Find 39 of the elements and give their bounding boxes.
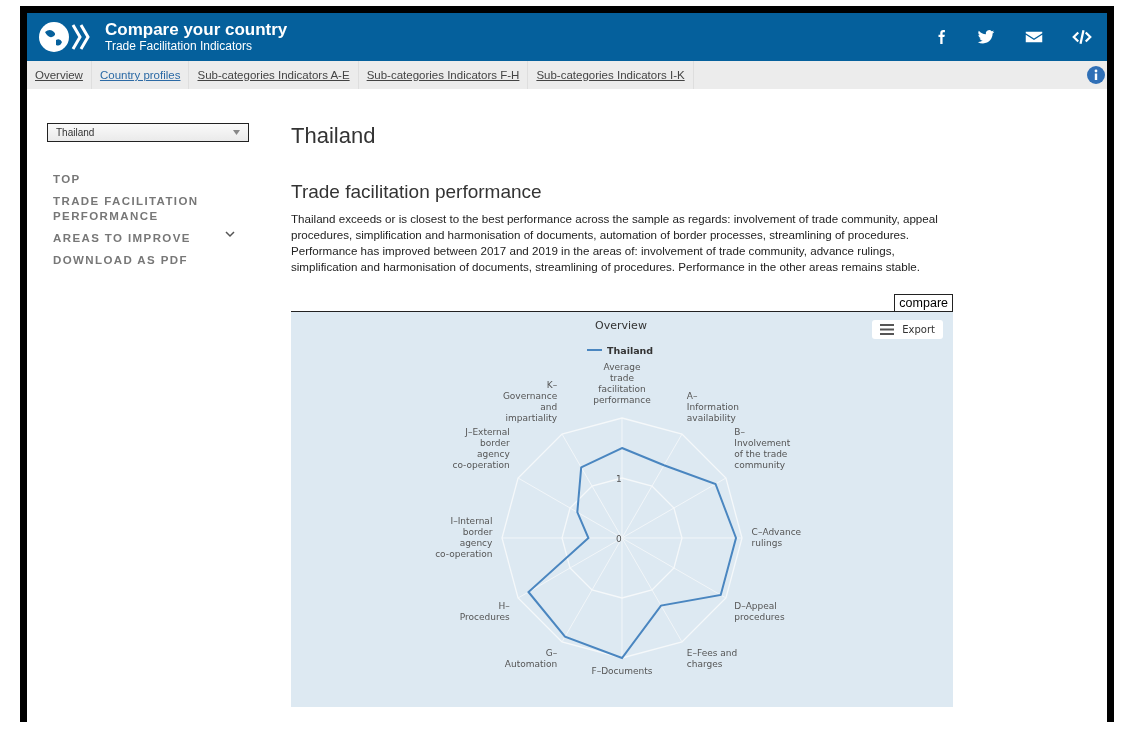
- axis-category-label: F–Documents: [591, 665, 653, 676]
- axis-category-label: A–Information availability: [686, 390, 739, 423]
- caret-icon: [233, 130, 240, 135]
- menu-icon: [880, 324, 895, 335]
- axis-category-label: G–Automation: [504, 648, 558, 670]
- section-title: Trade facilitation performance: [291, 181, 543, 203]
- nav-tab[interactable]: Sub-categories Indicators A-E: [189, 61, 359, 89]
- axis-tick-label: 0: [616, 534, 622, 544]
- axis-category-label: D–Appeal procedures: [734, 600, 785, 622]
- info-icon[interactable]: [1087, 66, 1105, 84]
- legend-item[interactable]: Thailand: [586, 345, 654, 356]
- axis-category-label: H–Procedures: [459, 600, 510, 622]
- summary-text: Thailand exceeds or is closest to the best performance across the sample as regards: involvement of trade community, appeal procedures, simplification and harmonisation of documents, automation of border processes, streamlining of procedures. Performance has improved between 2017 and 2019 in the areas of: involvement of trade community, advance rulings, simplification and harmonisation of documents, streamlining of procedures. Performance in the other areas remains stable.: [291, 211, 939, 275]
- chart-title: Overview: [595, 319, 647, 332]
- twitter-icon[interactable]: [975, 28, 997, 46]
- nav-tab[interactable]: Country profiles: [91, 61, 190, 89]
- nav-tab[interactable]: Sub-categories Indicators I-K: [528, 61, 694, 89]
- app-subtitle: Trade Facilitation Indicators: [105, 39, 253, 53]
- nav-tab[interactable]: Sub-categories Indicators F-H: [358, 61, 529, 89]
- axis-category-label: K–Governance and impartiality: [502, 379, 558, 423]
- country-select[interactable]: Thailand: [47, 123, 249, 142]
- axis-category-label: B–Involvement of the trade community: [734, 427, 791, 471]
- axis-category-label: J–External border agency co-operation: [452, 427, 510, 471]
- axis-category-label: I–Internal border agency co-operation: [435, 516, 493, 559]
- app-title: Compare your country: [105, 21, 289, 39]
- axis-category-label: C–Advance rulings: [751, 527, 802, 548]
- sidebar-link[interactable]: TRADE FACILITATION PERFORMANCE: [53, 194, 213, 224]
- compare-button[interactable]: compare: [894, 294, 953, 311]
- sidebar-link[interactable]: TOP: [53, 172, 213, 187]
- chevron-down-icon[interactable]: [225, 231, 235, 238]
- axis-tick-label: 1: [616, 474, 622, 484]
- code-icon[interactable]: [1071, 28, 1093, 46]
- axis-category-label: Average trade facilitation performance: [593, 362, 651, 406]
- nav-tab[interactable]: Overview: [27, 61, 92, 89]
- axis-category-label: E–Fees and charges: [686, 648, 738, 670]
- sidebar-link[interactable]: DOWNLOAD AS PDF: [53, 253, 213, 268]
- export-button[interactable]: Export: [872, 320, 943, 339]
- sidebar-link[interactable]: AREAS TO IMPROVE: [53, 231, 213, 246]
- country-title: Thailand: [291, 123, 377, 149]
